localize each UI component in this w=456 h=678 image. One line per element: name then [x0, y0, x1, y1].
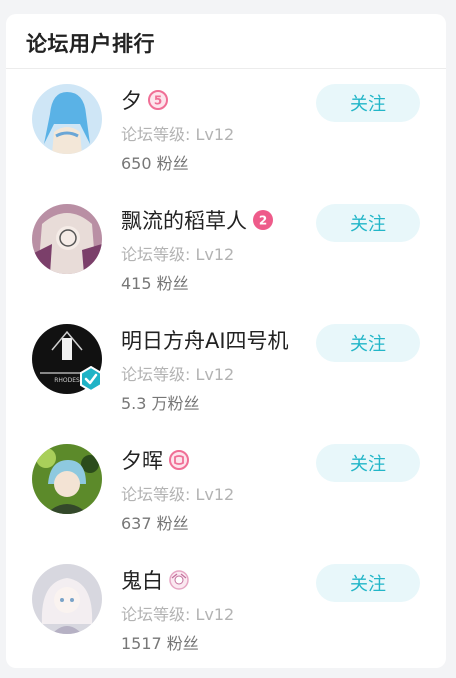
avatar[interactable] — [32, 444, 102, 514]
avatar[interactable] — [32, 84, 102, 154]
follow-button[interactable]: 关注 — [316, 84, 420, 122]
follow-button[interactable]: 关注 — [316, 324, 420, 362]
name-row: 夕 5 — [121, 84, 168, 116]
svg-text:RHODES: RHODES — [54, 377, 80, 384]
user-item: 夕 5 论坛等级: Lv12 650 粉丝 关注 — [6, 84, 446, 194]
level-badge-icon — [169, 450, 189, 470]
user-name[interactable]: 飘流的稻草人 — [121, 205, 247, 235]
verified-icon — [80, 366, 102, 392]
user-name[interactable]: 鬼白 — [121, 565, 163, 595]
user-level: 论坛等级: Lv12 — [121, 605, 235, 624]
follow-button[interactable]: 关注 — [316, 444, 420, 482]
user-fans: 415 粉丝 — [121, 274, 189, 293]
user-item: 飘流的稻草人 2 论坛等级: Lv12 415 粉丝 关注 — [6, 204, 446, 314]
name-row: 明日方舟AI四号机 — [121, 324, 289, 356]
name-row: 飘流的稻草人 2 — [121, 204, 273, 236]
divider — [6, 68, 446, 69]
level-badge-icon: 5 — [148, 90, 168, 110]
avatar[interactable] — [32, 564, 102, 634]
user-fans: 650 粉丝 — [121, 154, 189, 173]
user-ranking-panel: 论坛用户排行 夕 5 论坛等级: Lv12 650 粉丝 关注 飘流的稻草人 2… — [6, 14, 446, 668]
name-row: 鬼白 — [121, 564, 189, 596]
follow-button[interactable]: 关注 — [316, 564, 420, 602]
badge-number: 5 — [154, 94, 162, 108]
user-item: 夕晖 论坛等级: Lv12 637 粉丝 关注 — [6, 444, 446, 554]
user-level: 论坛等级: Lv12 — [121, 245, 235, 264]
user-fans: 637 粉丝 — [121, 514, 189, 533]
level-badge-icon: 2 — [253, 210, 273, 230]
avatar[interactable] — [32, 204, 102, 274]
user-item: 鬼白 论坛等级: Lv12 1517 粉丝 关注 — [6, 564, 446, 668]
user-name[interactable]: 夕晖 — [121, 445, 163, 475]
user-fans: 1517 粉丝 — [121, 634, 199, 653]
avatar-badge-icon — [169, 570, 189, 590]
user-item: RHODES 明日方舟AI四号机 论坛等级: Lv12 5.3 万粉丝 关注 — [6, 324, 446, 434]
user-fans: 5.3 万粉丝 — [121, 394, 200, 413]
user-level: 论坛等级: Lv12 — [121, 485, 235, 504]
badge-number: 2 — [259, 214, 267, 228]
user-name[interactable]: 明日方舟AI四号机 — [121, 325, 289, 355]
follow-button[interactable]: 关注 — [316, 204, 420, 242]
user-level: 论坛等级: Lv12 — [121, 365, 235, 384]
user-level: 论坛等级: Lv12 — [121, 125, 235, 144]
panel-title: 论坛用户排行 — [26, 32, 155, 56]
name-row: 夕晖 — [121, 444, 189, 476]
user-name[interactable]: 夕 — [121, 85, 142, 115]
